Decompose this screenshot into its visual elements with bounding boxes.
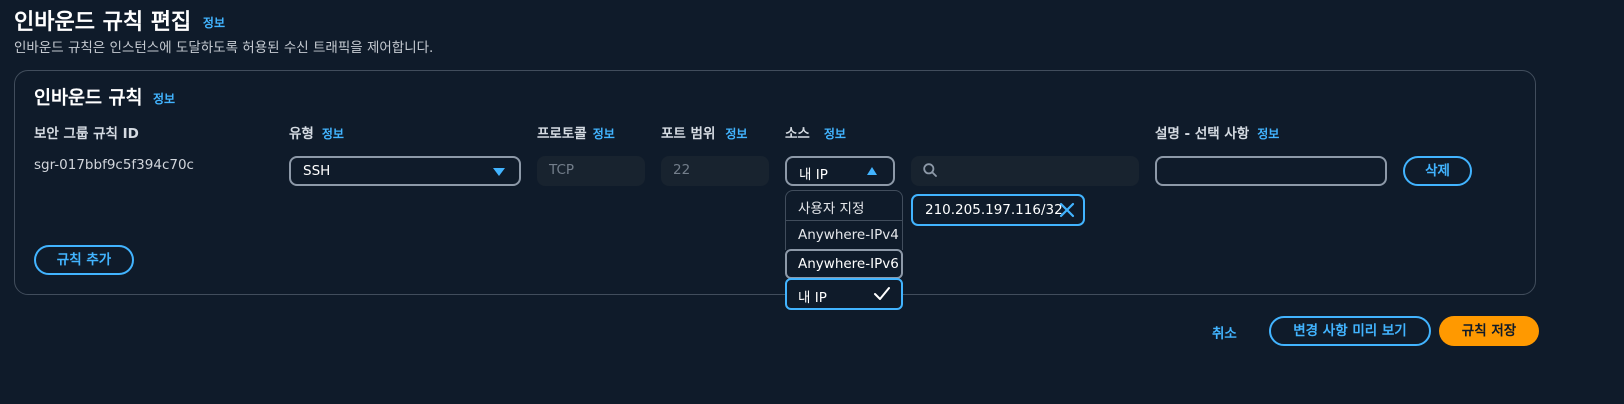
column-header-port-range: 포트 범위 정보 (661, 122, 747, 142)
source-select[interactable]: 내 IP (785, 156, 895, 186)
panel-title: 인바운드 규칙 정보 (34, 84, 175, 110)
port-range-field: 22 (661, 156, 769, 186)
rule-id-value: sgr-017bbf9c5f394c70c (34, 157, 194, 173)
preview-changes-button[interactable]: 변경 사항 미리 보기 (1269, 316, 1431, 346)
column-header-rule-id: 보안 그룹 규칙 ID (34, 122, 139, 142)
type-info-link[interactable]: 정보 (322, 127, 344, 141)
port-range-value: 22 (673, 162, 691, 178)
port-info-link[interactable]: 정보 (725, 127, 747, 141)
save-rules-button[interactable]: 규칙 저장 (1439, 316, 1539, 346)
source-option-my-ip-label: 내 IP (798, 290, 827, 306)
column-header-rule-id-label: 보안 그룹 규칙 ID (34, 126, 139, 142)
column-header-source-label: 소스 (785, 126, 810, 142)
caret-up-icon (867, 167, 877, 175)
source-select-value: 내 IP (799, 167, 828, 183)
search-icon (923, 163, 937, 177)
check-icon (874, 287, 890, 300)
column-header-protocol: 프로토콜 정보 (537, 122, 615, 142)
source-dropdown-menu: 사용자 지정 Anywhere-IPv4 Anywhere-IPv6 내 IP (785, 190, 903, 310)
cidr-token-label: 210.205.197.116/32 (925, 202, 1063, 218)
description-info-link[interactable]: 정보 (1257, 127, 1279, 141)
cidr-search-input[interactable] (911, 156, 1139, 186)
delete-rule-button[interactable]: 삭제 (1403, 156, 1472, 186)
column-header-description-label: 설명 - 선택 사항 (1155, 126, 1250, 142)
column-header-type-label: 유형 (289, 126, 314, 142)
source-option-anywhere-ipv4[interactable]: Anywhere-IPv4 (785, 220, 903, 250)
column-header-port-range-label: 포트 범위 (661, 126, 716, 142)
close-icon[interactable] (1059, 202, 1075, 218)
source-option-my-ip[interactable]: 내 IP (785, 278, 903, 310)
cidr-token: 210.205.197.116/32 (911, 194, 1085, 226)
protocol-field: TCP (537, 156, 645, 186)
column-header-description: 설명 - 선택 사항 정보 (1155, 122, 1279, 142)
type-select[interactable]: SSH (289, 156, 521, 186)
page-description: 인바운드 규칙은 인스턴스에 도달하도록 허용된 수신 트래픽을 제어합니다. (14, 40, 434, 56)
column-header-source: 소스 정보 (785, 122, 846, 142)
source-option-custom[interactable]: 사용자 지정 (785, 190, 903, 220)
page-info-link[interactable]: 정보 (203, 16, 225, 30)
cancel-button[interactable]: 취소 (1212, 322, 1237, 342)
page-title: 인바운드 규칙 편집 정보 (14, 4, 225, 36)
source-option-anywhere-ipv6[interactable]: Anywhere-IPv6 (785, 249, 903, 279)
type-select-value: SSH (303, 163, 331, 179)
protocol-info-link[interactable]: 정보 (593, 127, 615, 141)
caret-down-icon (493, 168, 505, 176)
protocol-value: TCP (549, 162, 575, 178)
panel-info-link[interactable]: 정보 (153, 92, 175, 106)
source-info-link[interactable]: 정보 (824, 127, 846, 141)
column-header-protocol-label: 프로토콜 (537, 126, 587, 142)
page-title-text: 인바운드 규칙 편집 (14, 10, 192, 35)
description-input[interactable] (1155, 156, 1387, 186)
column-header-type: 유형 정보 (289, 122, 344, 142)
add-rule-button[interactable]: 규칙 추가 (34, 245, 134, 275)
panel-title-text: 인바운드 규칙 (34, 88, 143, 109)
